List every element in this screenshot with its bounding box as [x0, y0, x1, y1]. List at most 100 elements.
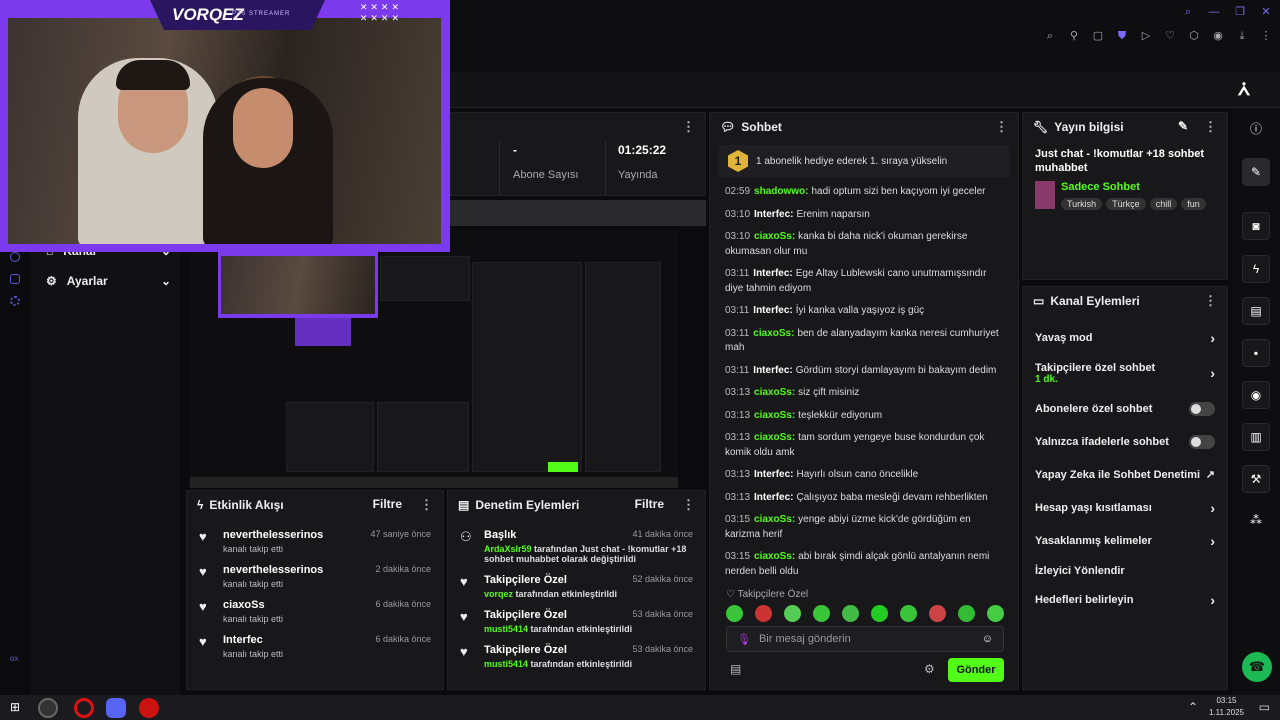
close-icon[interactable]: ✕ [1260, 6, 1272, 18]
chat-message-list[interactable]: 02:59 shadowwo: hadi optum sizi ben kaçıyo… [710, 181, 1018, 591]
emote-smile-icon[interactable] [871, 605, 888, 622]
wallet-icon[interactable]: ◉ [1212, 30, 1224, 42]
more-options-icon[interactable]: ⋮ [995, 119, 1008, 135]
activity-item[interactable]: ♥ neverthelesserinos 47 saniye önce kanalı … [187, 529, 443, 554]
message-username[interactable]: Interfec: [754, 209, 793, 220]
store-icon[interactable]: ▤ [730, 662, 741, 676]
document-icon[interactable]: ▤ [1242, 297, 1270, 325]
mod-action-item[interactable]: ⚇ Başlık 41 dakika önce ArdaXslr59 tarafınd… [448, 529, 705, 564]
mod-action-user[interactable]: musti5414 [484, 659, 528, 669]
chat-message[interactable]: 03:10 ciaxoSs: kanka bi daha nick'i okuman… [725, 230, 1003, 259]
stream-tag[interactable]: Türkçe [1106, 198, 1146, 210]
profile-icon[interactable]: ox [10, 654, 22, 664]
channel-action-row[interactable]: İzleyici Yönlendir [1023, 557, 1227, 585]
layout-icon[interactable]: ▥ [1242, 423, 1270, 451]
activity-item[interactable]: ♥ ciaxoSs 6 dakika önce kanalı takip etti [187, 599, 443, 624]
message-username[interactable]: ciaxoSs: [753, 328, 794, 339]
channel-action-row[interactable]: Yavaş mod › [1023, 321, 1227, 354]
stream-tag[interactable]: fun [1181, 198, 1206, 210]
filter-button[interactable]: Filtre [635, 497, 664, 513]
screenshot-icon[interactable]: ▢ [1092, 30, 1104, 42]
app-icon[interactable] [139, 698, 159, 718]
mod-action-user[interactable]: vorqez [484, 589, 513, 599]
search-icon[interactable]: ⌕ [1182, 6, 1194, 18]
mod-action-user[interactable]: ArdaXslr59 [484, 544, 532, 554]
emote-globe-icon[interactable] [842, 605, 859, 622]
message-username[interactable]: ciaxoSs: [754, 410, 795, 421]
discord-app-icon[interactable] [106, 698, 126, 718]
chat-message[interactable]: 03:13 ciaxoSs: siz çift misiniz [725, 386, 1003, 401]
kick-logo-icon[interactable]: ⩑ [1238, 78, 1250, 101]
stream-tag[interactable]: Turkish [1061, 198, 1103, 210]
message-username[interactable]: Interfec: [753, 365, 792, 376]
microphone-icon[interactable]: 🎙︎ [737, 633, 751, 646]
message-username[interactable]: ciaxoSs: [754, 514, 795, 525]
play-icon[interactable]: ▷ [1140, 30, 1152, 42]
mod-action-item[interactable]: ♥ Takipçilere Özel 53 dakika önce musti5414… [448, 609, 705, 634]
activity-user[interactable]: Interfec [223, 634, 263, 646]
lightning-icon[interactable]: ϟ [1242, 255, 1270, 283]
settings-icon[interactable] [10, 296, 20, 306]
minimize-icon[interactable]: — [1208, 6, 1220, 18]
message-username[interactable]: Interfec: [753, 305, 792, 316]
tray-chevron-icon[interactable]: ⌃ [1188, 700, 1198, 714]
chat-message[interactable]: 02:59 shadowwo: hadi optum sizi ben kaçıyo… [725, 185, 1003, 200]
info-icon[interactable]: ⓘ [1242, 116, 1270, 144]
chat-message[interactable]: 03:11 Interfec: Gördüm storyi damlayayım b… [725, 364, 1003, 379]
toggle-switch[interactable] [1189, 401, 1215, 416]
channel-action-row[interactable]: Hedefleri belirleyin › [1023, 585, 1227, 615]
maximize-icon[interactable]: ❐ [1234, 6, 1246, 18]
camera-icon[interactable]: ◙ [1242, 212, 1270, 240]
message-username[interactable]: ciaxoSs: [754, 432, 795, 443]
chat-message[interactable]: 03:13 ciaxoSs: tam sordum yengeye buse kon… [725, 431, 1003, 460]
extensions-icon[interactable]: ⬡ [1188, 30, 1200, 42]
channel-action-row[interactable]: Yalnızca ifadelerle sohbet [1023, 425, 1227, 458]
chat-message[interactable]: 03:13 Interfec: Hayırlı olsun cano öncelik… [725, 468, 1003, 483]
chat-message[interactable]: 03:11 Interfec: Ege Altay Lublewski cano u… [725, 267, 1003, 296]
emoji-icon[interactable]: ☺ [982, 633, 993, 645]
activity-user[interactable]: neverthelesserinos [223, 529, 323, 541]
send-button[interactable]: Gönder [948, 658, 1004, 682]
chat-message[interactable]: 03:13 Interfec: Çalışıyoz baba mesleği dev… [725, 491, 1003, 506]
more-options-icon[interactable]: ⋮ [1204, 119, 1217, 135]
message-username[interactable]: Interfec: [754, 492, 793, 503]
more-options-icon[interactable]: ⋮ [1204, 293, 1217, 309]
pencil-icon[interactable]: ✎ [1242, 158, 1270, 186]
emote-frog-icon[interactable] [726, 605, 743, 622]
category-name[interactable]: Sadece Sohbet [1061, 181, 1211, 193]
obs-app-icon[interactable] [38, 698, 58, 718]
zoom-icon[interactable]: ⌕ [1044, 30, 1056, 42]
emote-slime-icon[interactable] [813, 605, 830, 622]
more-options-icon[interactable]: ⋮ [682, 119, 695, 135]
emote-crab-icon[interactable] [755, 605, 772, 622]
activity-item[interactable]: ♥ neverthelesserinos 2 dakika önce kanalı t… [187, 564, 443, 589]
chat-message[interactable]: 03:11 Interfec: İyi kanka valla yaşıyoz iş… [725, 304, 1003, 319]
message-username[interactable]: shadowwo: [754, 186, 808, 197]
chat-input[interactable]: 🎙︎ Bir mesaj gönderin ☺ [726, 626, 1004, 652]
opera-app-icon[interactable] [74, 698, 94, 718]
activity-user[interactable]: neverthelesserinos [223, 564, 323, 576]
emote-ball-icon[interactable] [784, 605, 801, 622]
chat-bubble-icon[interactable]: ▪ [1242, 339, 1270, 367]
stream-preview-video[interactable] [190, 230, 678, 488]
emote-crown-icon[interactable] [929, 605, 946, 622]
emote-grin-icon[interactable] [900, 605, 917, 622]
heart-icon[interactable]: ♡ [1164, 30, 1176, 42]
filter-button[interactable]: Filtre [373, 497, 402, 513]
support-icon[interactable]: ☎ [1242, 652, 1272, 682]
emote-laugh-icon[interactable] [987, 605, 1004, 622]
mod-action-user[interactable]: musti5414 [484, 624, 528, 634]
menu-icon[interactable]: ⋮ [1260, 30, 1272, 42]
chat-message[interactable]: 03:13 ciaxoSs: teşlekkür ediyorum [725, 409, 1003, 424]
more-options-icon[interactable]: ⋮ [420, 497, 433, 513]
message-username[interactable]: ciaxoSs: [754, 231, 795, 242]
chat-message[interactable]: 03:15 ciaxoSs: abi bırak şimdi alçak gönlü… [725, 550, 1003, 579]
message-username[interactable]: ciaxoSs: [754, 387, 795, 398]
channel-action-row[interactable]: Yapay Zeka ile Sohbet Denetimi ↗ [1023, 458, 1227, 491]
system-clock[interactable]: 03:15 1.11.2025 [1209, 695, 1244, 719]
activity-user[interactable]: ciaxoSs [223, 599, 265, 611]
vpn-icon[interactable]: ⛊ [1116, 30, 1128, 42]
share-icon[interactable]: ⁂ [1242, 507, 1270, 535]
tools-icon[interactable]: ⚒ [1242, 465, 1270, 493]
chat-message[interactable]: 03:10 Interfec: Erenim naparsın [725, 208, 1003, 223]
